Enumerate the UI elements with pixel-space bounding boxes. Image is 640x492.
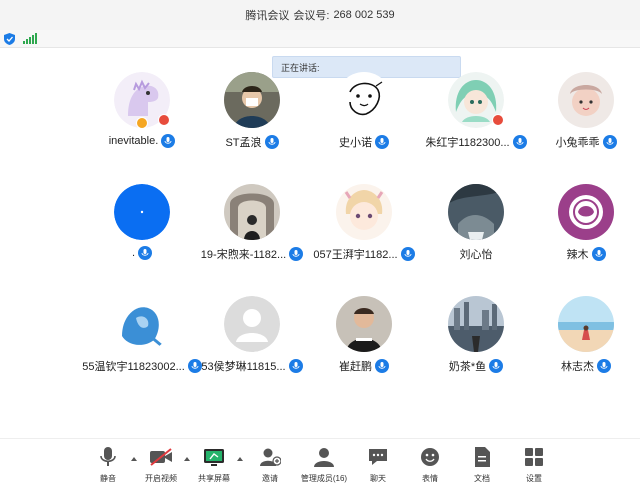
avatar bbox=[224, 184, 280, 240]
members-icon bbox=[312, 445, 336, 469]
manage-members-button[interactable]: 管理成员(16) bbox=[296, 445, 352, 484]
participant-name: 崔赶鹏 bbox=[339, 361, 372, 373]
participant-name: 奶茶*鱼 bbox=[448, 361, 487, 373]
host-badge-icon bbox=[136, 117, 148, 129]
mic-icon[interactable] bbox=[264, 135, 279, 149]
participant-tile[interactable]: 19-宋煦来-1182... bbox=[196, 172, 308, 272]
mic-icon[interactable] bbox=[375, 135, 389, 149]
participant-grid: inevitable. ST孟浪 史小诺 朱红宇1182300... 小兔乖乖 … bbox=[0, 60, 640, 492]
participant-name: 19-宋煦来-1182... bbox=[200, 249, 287, 261]
participant-name: 史小诺 bbox=[339, 137, 372, 149]
shield-icon[interactable] bbox=[4, 32, 15, 45]
mic-icon[interactable] bbox=[602, 135, 617, 149]
participant-tile[interactable]: 057王湃宇1182... bbox=[308, 172, 420, 272]
participant-tile[interactable]: 崔赶鹏 bbox=[308, 284, 420, 384]
record-badge-icon bbox=[158, 114, 170, 126]
mic-icon[interactable] bbox=[489, 359, 504, 373]
mic-icon[interactable] bbox=[375, 359, 389, 373]
meeting-label: 会议号: bbox=[293, 10, 330, 22]
settings-button[interactable]: 设置 bbox=[506, 445, 562, 484]
video-button[interactable]: 开启视频 bbox=[133, 445, 189, 484]
video-label: 开启视频 bbox=[145, 474, 177, 483]
avatar bbox=[114, 296, 170, 352]
avatar bbox=[558, 296, 614, 352]
invite-button[interactable]: 邀请 bbox=[242, 445, 298, 484]
docs-button[interactable]: 文档 bbox=[454, 445, 510, 484]
chat-label: 聊天 bbox=[370, 474, 386, 483]
manage-members-label: 管理成员(16) bbox=[300, 474, 348, 483]
video-off-icon bbox=[149, 445, 173, 469]
status-bar bbox=[0, 30, 640, 48]
mic-icon[interactable] bbox=[591, 247, 606, 261]
emoji-label: 表情 bbox=[422, 474, 438, 483]
participant-tile[interactable]: inevitable. bbox=[86, 60, 198, 160]
chat-icon bbox=[366, 445, 390, 469]
avatar bbox=[224, 296, 280, 352]
participant-tile[interactable]: 奶茶*鱼 bbox=[420, 284, 532, 384]
participant-tile[interactable]: 55温钦宇11823002... bbox=[82, 284, 202, 384]
title-bar: 腾讯会议 会议号: 268 002 539 bbox=[0, 0, 640, 30]
mic-icon[interactable] bbox=[289, 247, 304, 261]
mic-icon[interactable] bbox=[512, 135, 527, 149]
signal-icon[interactable] bbox=[23, 33, 37, 44]
participant-tile[interactable]: ST孟浪 bbox=[196, 60, 308, 160]
invite-label: 邀请 bbox=[262, 474, 278, 483]
record-badge-icon bbox=[492, 114, 504, 126]
participant-name: . bbox=[131, 247, 136, 259]
avatar bbox=[336, 184, 392, 240]
mic-icon[interactable] bbox=[597, 359, 611, 373]
meeting-id: 268 002 539 bbox=[333, 9, 395, 21]
mic-icon[interactable] bbox=[400, 247, 415, 261]
participant-tile[interactable]: 辣木 bbox=[530, 172, 640, 272]
add-user-icon bbox=[258, 445, 282, 469]
share-screen-label: 共享屏幕 bbox=[198, 474, 230, 483]
chat-button[interactable]: 聊天 bbox=[350, 445, 406, 484]
participant-tile[interactable]: 林志杰 bbox=[530, 284, 640, 384]
participant-tile[interactable]: . bbox=[86, 172, 198, 272]
emoji-button[interactable]: 表情 bbox=[402, 445, 458, 484]
meeting-window: 腾讯会议 会议号: 268 002 539 正在讲话: inevitable. … bbox=[0, 0, 640, 492]
mute-button[interactable]: 静音 bbox=[80, 445, 136, 484]
participant-tile[interactable]: 史小诺 bbox=[308, 60, 420, 160]
participant-name: 小兔乖乖 bbox=[555, 137, 600, 149]
participant-name: 辣木 bbox=[566, 249, 589, 261]
participant-tile[interactable]: 刘心怡 bbox=[420, 172, 532, 272]
participant-name: 53侯梦琳11815... bbox=[201, 361, 286, 373]
avatar bbox=[114, 184, 170, 240]
participant-name: 057王湃宇1182... bbox=[313, 249, 398, 261]
participant-name: 刘心怡 bbox=[459, 249, 493, 261]
microphone-icon bbox=[96, 445, 120, 469]
avatar bbox=[558, 184, 614, 240]
participant-name: 朱红宇1182300... bbox=[425, 137, 510, 149]
avatar bbox=[448, 296, 504, 352]
smiley-icon bbox=[418, 445, 442, 469]
mute-label: 静音 bbox=[100, 474, 116, 483]
avatar bbox=[448, 72, 504, 128]
avatar bbox=[336, 72, 392, 128]
avatar bbox=[224, 72, 280, 128]
document-icon bbox=[470, 445, 494, 469]
meeting-toolbar: 静音 开启视频 共享屏幕 邀请 管理成员(16) 聊天 表情 文档 设置 bbox=[0, 438, 640, 492]
participant-name: 林志杰 bbox=[561, 361, 594, 373]
participant-name: 55温钦宇11823002... bbox=[82, 361, 185, 373]
participant-tile[interactable]: 小兔乖乖 bbox=[530, 60, 640, 160]
avatar bbox=[114, 72, 170, 129]
share-screen-button[interactable]: 共享屏幕 bbox=[186, 445, 242, 484]
settings-grid-icon bbox=[522, 445, 546, 469]
mic-icon[interactable] bbox=[161, 134, 176, 148]
avatar bbox=[448, 184, 504, 240]
share-screen-icon bbox=[202, 445, 226, 469]
docs-label: 文档 bbox=[474, 474, 490, 483]
participant-name: inevitable. bbox=[108, 135, 159, 147]
app-name: 腾讯会议 bbox=[245, 10, 290, 22]
avatar bbox=[336, 296, 392, 352]
participant-name: ST孟浪 bbox=[225, 137, 262, 149]
mic-icon[interactable] bbox=[138, 246, 153, 260]
participant-tile[interactable]: 53侯梦琳11815... bbox=[196, 284, 308, 384]
settings-label: 设置 bbox=[526, 474, 542, 483]
mic-icon[interactable] bbox=[288, 359, 303, 373]
avatar bbox=[558, 72, 614, 128]
participant-tile[interactable]: 朱红宇1182300... bbox=[420, 60, 532, 160]
